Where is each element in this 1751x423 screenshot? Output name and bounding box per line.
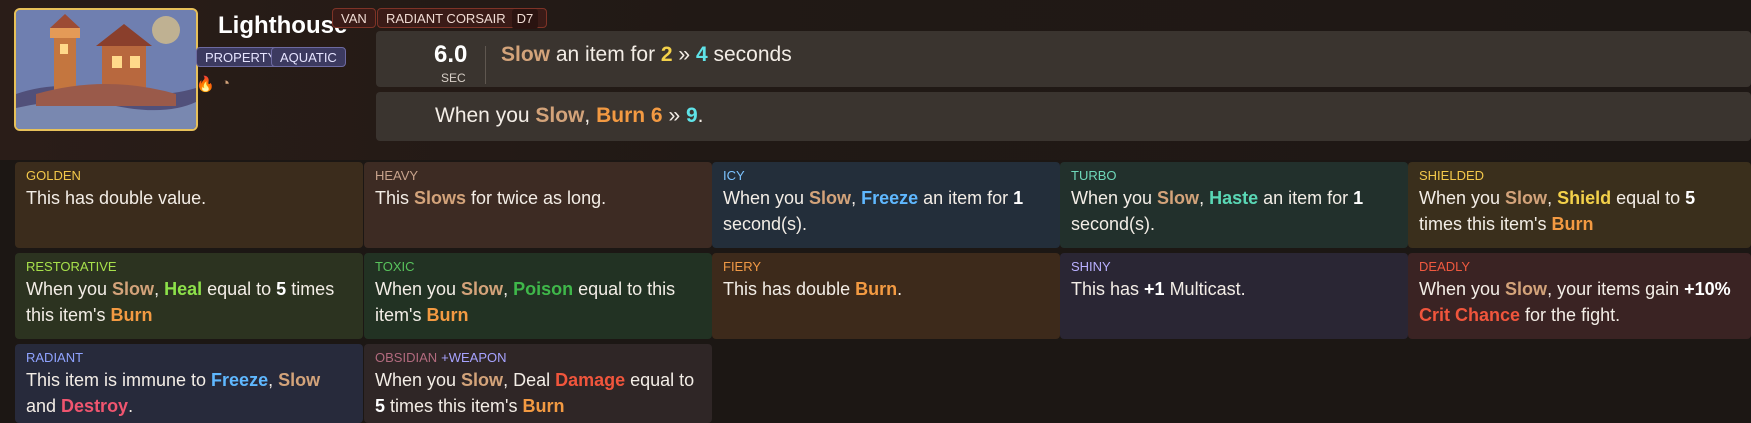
type-tag-aquatic[interactable]: AQUATIC: [271, 47, 346, 67]
value-base: 6: [650, 104, 663, 127]
enchant-desc: When you Slow, Freeze an item for 1 seco…: [723, 188, 1024, 234]
type-tag-label: PROPERTY: [205, 50, 277, 65]
enchant-name: SHINY: [1071, 259, 1111, 274]
keyword-slow: Slow: [535, 104, 585, 127]
tier-badge: D7: [511, 9, 539, 29]
cooldown-unit: SEC: [441, 71, 466, 85]
item-title: Lighthouse: [218, 12, 348, 39]
enchant-desc: This has double Burn.: [723, 279, 903, 299]
flame-icon: 🔥: [196, 76, 215, 93]
enchant-subtag: +WEAPON: [441, 350, 507, 365]
enchant-golden[interactable]: GOLDEN This has double value.: [15, 162, 363, 248]
enchant-desc: When you Slow, Haste an item for 1 secon…: [1071, 188, 1364, 234]
enchant-name: DEADLY: [1419, 259, 1471, 274]
item-image: [14, 8, 198, 131]
enchant-name: ICY: [723, 168, 745, 183]
ability-text: Slow an item for 2 » 4 seconds: [501, 43, 792, 66]
passive-text: When you Slow, Burn 6 » 9.: [435, 104, 704, 127]
enchant-name: RADIANT: [26, 350, 84, 365]
enchant-shiny[interactable]: SHINY This has +1 Multicast.: [1060, 253, 1408, 339]
enchant-name: GOLDEN: [26, 168, 81, 183]
enchant-desc: This item is immune to Freeze, Slow and …: [26, 370, 321, 416]
type-tag-label: AQUATIC: [280, 50, 337, 65]
value-upgraded: 9: [685, 104, 698, 127]
enchant-heavy[interactable]: HEAVY This Slows for twice as long.: [364, 162, 712, 248]
enchant-desc: This Slows for twice as long.: [375, 188, 607, 208]
enchant-icy[interactable]: ICY When you Slow, Freeze an item for 1 …: [712, 162, 1060, 248]
enchant-shielded[interactable]: SHIELDED When you Slow, Shield equal to …: [1408, 162, 1751, 248]
enchant-desc: When you Slow, Shield equal to 5 times t…: [1419, 188, 1696, 234]
value-base: 2: [660, 43, 673, 66]
enchant-desc: When you Slow, your items gain +10% Crit…: [1419, 279, 1731, 325]
slow-clock-icon: ◔: [221, 75, 231, 92]
hero-tag-label: VAN: [341, 11, 367, 26]
enchant-deadly[interactable]: DEADLY When you Slow, your items gain +1…: [1408, 253, 1751, 339]
enchant-name: RESTORATIVE: [26, 259, 117, 274]
enchant-name: HEAVY: [375, 168, 419, 183]
enchant-name: TURBO: [1071, 168, 1117, 183]
enchant-desc: When you Slow, Poison equal to this item…: [375, 279, 676, 325]
enchant-fiery[interactable]: FIERY This has double Burn.: [712, 253, 1060, 339]
enchant-toxic[interactable]: TOXIC When you Slow, Poison equal to thi…: [364, 253, 712, 339]
enchant-obsidian[interactable]: OBSIDIAN +WEAPON When you Slow, Deal Dama…: [364, 344, 712, 423]
keyword-slow: Slow: [501, 43, 551, 66]
enchant-name: OBSIDIAN +WEAPON: [375, 350, 507, 365]
enchant-desc: This has +1 Multicast.: [1071, 279, 1246, 299]
enchant-restorative[interactable]: RESTORATIVE When you Slow, Heal equal to…: [15, 253, 363, 339]
cooldown-value: 6.0: [434, 41, 468, 68]
enchant-radiant[interactable]: RADIANT This item is immune to Freeze, S…: [15, 344, 363, 423]
enchant-desc: When you Slow, Heal equal to 5 times thi…: [26, 279, 335, 325]
enchant-desc: When you Slow, Deal Damage equal to 5 ti…: [375, 370, 695, 416]
enchant-turbo[interactable]: TURBO When you Slow, Haste an item for 1…: [1060, 162, 1408, 248]
set-tag[interactable]: RADIANT CORSAIR D7: [377, 8, 548, 29]
hero-tag[interactable]: VAN: [332, 8, 376, 28]
enchant-desc: This has double value.: [26, 188, 207, 208]
enchant-name: SHIELDED: [1419, 168, 1485, 183]
value-upgraded: 4: [695, 43, 708, 66]
enchant-name: TOXIC: [375, 259, 415, 274]
enchant-name: FIERY: [723, 259, 762, 274]
divider: [485, 46, 486, 84]
keyword-burn: Burn: [596, 104, 646, 127]
set-tag-label: RADIANT CORSAIR: [386, 11, 506, 26]
